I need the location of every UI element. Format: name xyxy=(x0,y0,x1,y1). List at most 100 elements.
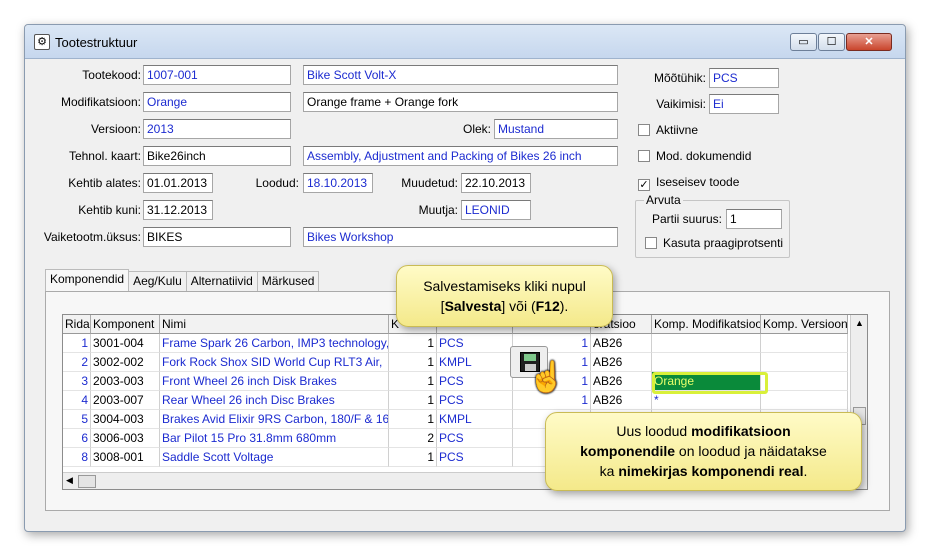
cell-rida[interactable]: 1 xyxy=(63,334,91,353)
title-bar[interactable]: ⚙ Tootestruktuur ▭ ☐ ✕ xyxy=(25,25,905,59)
iseseisev-toode-checkbox[interactable]: ✓ Iseseisev toode xyxy=(638,175,739,191)
tehnol-kaart-field[interactable]: Bike26inch xyxy=(143,146,291,166)
minimize-button[interactable]: ▭ xyxy=(790,33,817,51)
cell-mod[interactable] xyxy=(652,334,761,353)
cell-ver[interactable] xyxy=(761,372,848,391)
cell-uhik[interactable]: PCS xyxy=(437,391,513,410)
cell-kogus[interactable]: 1 xyxy=(389,334,437,353)
versioon-field[interactable]: 2013 xyxy=(143,119,291,139)
checkbox-box xyxy=(645,237,657,249)
cell-rida[interactable]: 4 xyxy=(63,391,91,410)
header-rida[interactable]: Rida xyxy=(63,315,91,334)
kasuta-praagiprotsenti-checkbox[interactable]: Kasuta praagiprotsenti xyxy=(645,236,783,250)
cell-komponent[interactable]: 2003-007 xyxy=(91,391,160,410)
cell-rida[interactable]: 5 xyxy=(63,410,91,429)
modification-info-callout: Uus loodud modifikatsioon komponendile o… xyxy=(545,412,862,491)
cell-rida[interactable]: 2 xyxy=(63,353,91,372)
modifikatsioon-field[interactable]: Orange xyxy=(143,92,291,112)
cell-komponent[interactable]: 3004-003 xyxy=(91,410,160,429)
header-komponent[interactable]: Komponent xyxy=(91,315,160,334)
cell-nimi[interactable]: Fork Rock Shox SID World Cup RLT3 Air, xyxy=(160,353,389,372)
aktiivne-label: Aktiivne xyxy=(656,123,699,137)
modifikatsioon-label: Modifikatsioon: xyxy=(60,95,141,109)
close-button[interactable]: ✕ xyxy=(846,33,892,51)
cell-operatsioon[interactable]: AB26 xyxy=(591,353,652,372)
tab-markused[interactable]: Märkused xyxy=(256,271,320,293)
cell-uhik[interactable]: KMPL xyxy=(437,353,513,372)
window-title: Tootestruktuur xyxy=(55,35,138,50)
mod-dokumendid-checkbox[interactable]: Mod. dokumendid xyxy=(638,149,751,163)
header-komp-modifikatsioon[interactable]: Komp. Modifikatsioon xyxy=(652,315,761,334)
tab-aeg-kulu[interactable]: Aeg/Kulu xyxy=(128,271,187,293)
cell-nimi[interactable]: Bar Pilot 15 Pro 31.8mm 680mm xyxy=(160,429,389,448)
save-hint-callout: Salvestamiseks kliki nupul [Salvesta] võ… xyxy=(396,265,613,327)
loodud-field: 18.10.2013 xyxy=(303,173,373,193)
cell-komponent[interactable]: 3001-004 xyxy=(91,334,160,353)
cell-uhik[interactable]: PCS xyxy=(437,448,513,467)
callout1-line1: Salvestamiseks kliki nupul xyxy=(423,278,586,294)
horizontal-scroll-thumb[interactable] xyxy=(78,475,96,488)
gear-icon: ⚙ xyxy=(34,34,50,50)
iseseisev-toode-label: Iseseisev toode xyxy=(656,175,740,189)
cell-kogus[interactable]: 1 xyxy=(389,353,437,372)
tab-alternatiivid[interactable]: Alternatiivid xyxy=(185,271,258,293)
cell-rida[interactable]: 3 xyxy=(63,372,91,391)
arvuta-group: Arvuta Partii suurus: 1 Kasuta praagipro… xyxy=(635,193,790,258)
cell-nimi[interactable]: Frame Spark 26 Carbon, IMP3 technology, xyxy=(160,334,389,353)
cell-rida[interactable]: 6 xyxy=(63,429,91,448)
tab-komponendid[interactable]: Komponendid xyxy=(45,269,130,293)
muudetud-label: Muudetud: xyxy=(401,176,458,190)
cell-operatsioon[interactable]: AB26 xyxy=(591,334,652,353)
table-row[interactable]: 2 3002-002 Fork Rock Shox SID World Cup RL… xyxy=(63,353,848,372)
cell-komponent[interactable]: 3006-003 xyxy=(91,429,160,448)
muutja-field: LEONID xyxy=(461,200,531,220)
partii-suurus-label: Partii suurus: xyxy=(651,212,722,226)
cell-kogus[interactable]: 2 xyxy=(389,429,437,448)
cell-nimi[interactable]: Saddle Scott Voltage xyxy=(160,448,389,467)
cell-uhik[interactable]: KMPL xyxy=(437,410,513,429)
cell-mod[interactable] xyxy=(652,353,761,372)
kehtib-kuni-field[interactable]: 31.12.2013 xyxy=(143,200,213,220)
scroll-up-icon[interactable]: ▲ xyxy=(855,318,864,328)
mootuhik-field[interactable]: PCS xyxy=(709,68,779,88)
scroll-left-icon[interactable]: ◀ xyxy=(66,475,73,486)
tab-bar: Komponendid Aeg/Kulu Alternatiivid Märkused xyxy=(45,269,320,293)
cell-ver[interactable] xyxy=(761,334,848,353)
olek-field[interactable]: Mustand xyxy=(494,119,618,139)
cell-nimi[interactable]: Rear Wheel 26 inch Disc Brakes xyxy=(160,391,389,410)
partii-suurus-field[interactable]: 1 xyxy=(726,209,782,229)
tootekood-field[interactable]: 1007-001 xyxy=(143,65,291,85)
cell-kogus[interactable]: 1 xyxy=(389,391,437,410)
cell-uhik[interactable]: PCS xyxy=(437,334,513,353)
cell-operatsioon[interactable]: AB26 xyxy=(591,372,652,391)
table-row[interactable]: 1 3001-004 Frame Spark 26 Carbon, IMP3 tec… xyxy=(63,334,848,353)
cell-komponent[interactable]: 2003-003 xyxy=(91,372,160,391)
cell-kogus[interactable]: 1 xyxy=(389,410,437,429)
cell-operatsioon[interactable]: AB26 xyxy=(591,391,652,410)
tehnol-kaart-desc: Assembly, Adjustment and Packing of Bike… xyxy=(303,146,618,166)
cell-kogus[interactable]: 1 xyxy=(389,448,437,467)
checkbox-box xyxy=(638,150,650,162)
modifikatsioon-desc[interactable]: Orange frame + Orange fork xyxy=(303,92,618,112)
cell-uhik[interactable]: PCS xyxy=(437,429,513,448)
maximize-button[interactable]: ☐ xyxy=(818,33,845,51)
cell-komponent[interactable]: 3008-001 xyxy=(91,448,160,467)
cell-nimi[interactable]: Brakes Avid Elixir 9RS Carbon, 180/F & 1… xyxy=(160,410,389,429)
cell-ver[interactable] xyxy=(761,353,848,372)
checkbox-box xyxy=(638,124,650,136)
cell-komponent[interactable]: 3002-002 xyxy=(91,353,160,372)
cell-rida[interactable]: 8 xyxy=(63,448,91,467)
cell-nimi[interactable]: Front Wheel 26 inch Disk Brakes xyxy=(160,372,389,391)
vaikimisi-label: Vaikimisi: xyxy=(656,97,706,111)
aktiivne-checkbox[interactable]: Aktiivne xyxy=(638,123,698,137)
cell-uhik[interactable]: PCS xyxy=(437,372,513,391)
hand-pointer-icon: ☝ xyxy=(528,361,566,394)
cell-ver[interactable] xyxy=(761,391,848,410)
vaiketootm-field[interactable]: BIKES xyxy=(143,227,291,247)
cell-kogus[interactable]: 1 xyxy=(389,372,437,391)
header-komp-versioon[interactable]: Komp. Versioon xyxy=(761,315,848,334)
kasuta-praagiprotsenti-label: Kasuta praagiprotsenti xyxy=(663,236,784,250)
kehtib-alates-field[interactable]: 01.01.2013 xyxy=(143,173,213,193)
vaikimisi-field[interactable]: Ei xyxy=(709,94,779,114)
header-nimi[interactable]: Nimi xyxy=(160,315,389,334)
